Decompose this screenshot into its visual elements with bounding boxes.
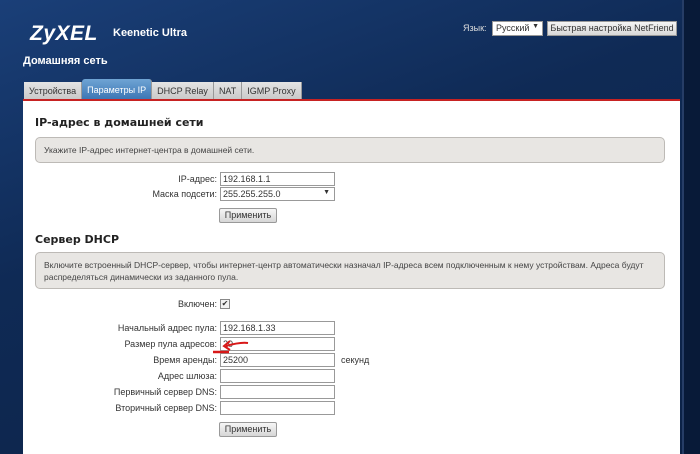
tab-bar: Устройства Параметры IP DHCP Relay NAT I…: [24, 79, 302, 100]
tab-igmp-proxy[interactable]: IGMP Proxy: [242, 82, 302, 100]
netfriend-button[interactable]: Быстрая настройка NetFriend: [547, 21, 677, 36]
lease-unit: секунд: [341, 355, 370, 365]
ip-info-box: Укажите IP-адрес интернет-центра в домаш…: [35, 137, 665, 163]
checkmark-icon: ✔: [221, 299, 229, 308]
pool-start-input[interactable]: 192.168.1.33: [220, 321, 335, 335]
language-value: Русский: [496, 23, 530, 33]
language-label: Язык:: [463, 23, 487, 33]
pool-start-label: Начальный адрес пула:: [117, 323, 217, 333]
gateway-input[interactable]: [220, 369, 335, 383]
dns2-label: Вторичный сервер DNS:: [115, 403, 217, 413]
dropdown-arrow-icon: ▼: [323, 189, 330, 196]
dhcp-section-title: Сервер DHCP: [35, 233, 120, 246]
right-edge: [682, 0, 700, 454]
tab-ip-settings[interactable]: Параметры IP: [82, 79, 153, 100]
pool-size-label: Размер пула адресов:: [124, 339, 217, 349]
dns2-input[interactable]: [220, 401, 335, 415]
tab-dhcp-relay[interactable]: DHCP Relay: [152, 82, 214, 100]
dhcp-enabled-checkbox[interactable]: ✔: [220, 299, 230, 309]
dropdown-arrow-icon: ▼: [532, 23, 539, 30]
model-name: Keenetic Ultra: [113, 27, 187, 39]
zyxel-logo: ZyXEL: [30, 22, 98, 45]
ip-apply-button[interactable]: Применить: [219, 208, 277, 223]
subnet-mask-select[interactable]: 255.255.255.0 ▼: [220, 187, 335, 201]
dhcp-apply-button[interactable]: Применить: [219, 422, 277, 437]
dns1-input[interactable]: [220, 385, 335, 399]
gateway-label: Адрес шлюза:: [157, 371, 217, 381]
ip-label: IP-адрес:: [178, 174, 217, 184]
mask-label: Маска подсети:: [152, 189, 217, 199]
tab-nat[interactable]: NAT: [213, 82, 243, 100]
language-select[interactable]: Русский ▼: [492, 21, 543, 36]
enabled-label: Включен:: [177, 299, 217, 309]
dhcp-info-box: Включите встроенный DHCP-сервер, чтобы и…: [35, 252, 665, 289]
mask-value: 255.255.255.0: [223, 189, 281, 199]
page-title: Домашняя сеть: [23, 55, 108, 67]
red-arrow-annotation-icon: [213, 340, 249, 354]
tab-devices[interactable]: Устройства: [24, 82, 83, 100]
dns1-label: Первичный сервер DNS:: [113, 387, 217, 397]
lease-time-label: Время аренды:: [153, 355, 217, 365]
content-panel: IP-адрес в домашней сети Укажите IP-адре…: [23, 99, 680, 454]
ip-address-input[interactable]: 192.168.1.1: [220, 172, 335, 186]
ip-section-title: IP-адрес в домашней сети: [35, 116, 204, 129]
